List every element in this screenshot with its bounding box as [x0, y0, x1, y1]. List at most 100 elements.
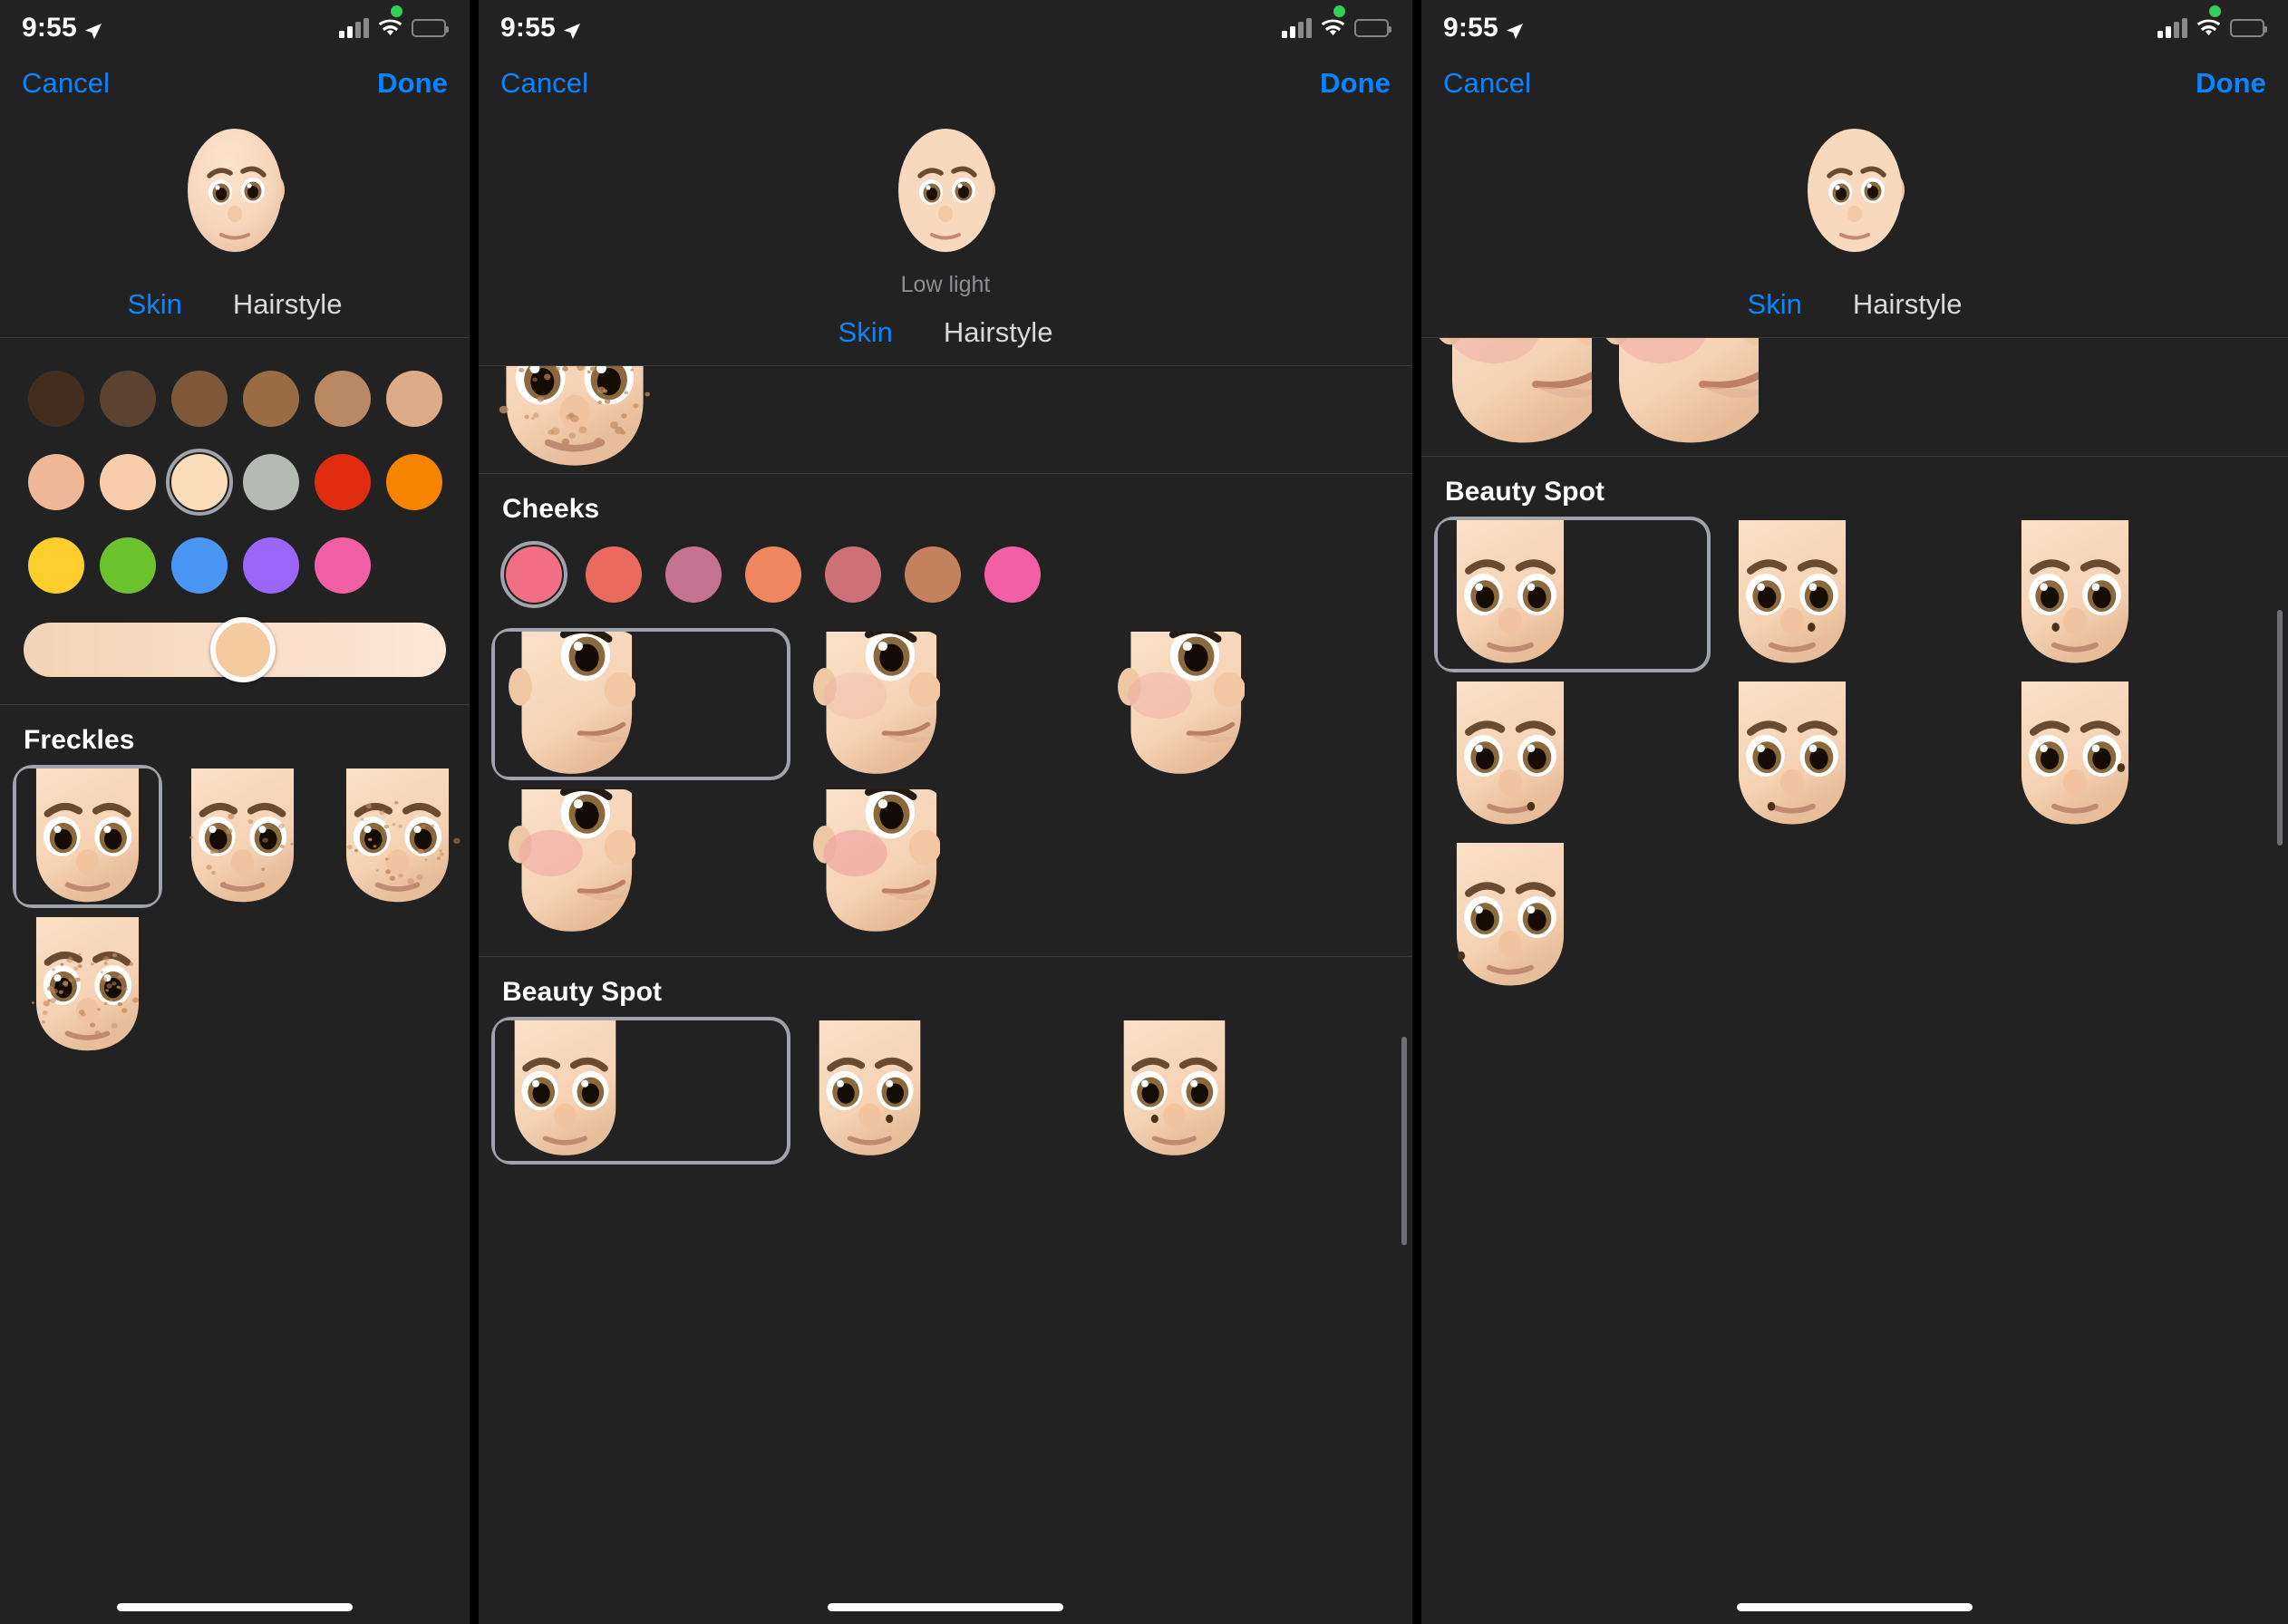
cheek-color-swatch[interactable]	[660, 541, 727, 608]
location-arrow-icon	[562, 18, 582, 38]
freckles-option[interactable]	[16, 917, 159, 1053]
battery-icon	[1354, 19, 1389, 37]
beauty-spot-option[interactable]	[2002, 520, 2272, 669]
beauty-spot-option[interactable]	[1438, 843, 1707, 991]
cheek-color-swatch[interactable]	[899, 541, 966, 608]
beauty-spot-option[interactable]	[1720, 682, 1989, 830]
location-arrow-icon	[83, 18, 103, 38]
cheek-partial-row[interactable]	[1421, 338, 2288, 456]
beauty-spot-option[interactable]	[800, 1020, 1091, 1161]
skin-color-swatch[interactable]	[381, 449, 448, 516]
swatch-fill	[386, 371, 442, 427]
skin-color-swatch[interactable]	[94, 449, 161, 516]
face-thumb-cheek-1[interactable]	[1438, 338, 1592, 456]
cheek-color-swatch[interactable]	[500, 541, 567, 608]
screen-1: 9:55 Cancel Done Skin Hairstyle Freckles	[0, 0, 470, 1624]
swatch-fill	[315, 454, 371, 510]
swatch-fill	[100, 537, 156, 594]
tab-hairstyle[interactable]: Hairstyle	[1853, 288, 1963, 321]
skin-tone-slider-wrap	[0, 599, 470, 704]
status-bar: 9:55	[1421, 0, 2288, 56]
memoji-avatar-preview	[864, 107, 1027, 270]
skin-color-swatch[interactable]	[166, 365, 233, 432]
vertical-scrollbar[interactable]	[2277, 610, 2283, 846]
skin-color-swatch[interactable]	[23, 449, 90, 516]
beauty-spot-option[interactable]	[1104, 1020, 1396, 1161]
vertical-scrollbar[interactable]	[1401, 1037, 1407, 1245]
skin-color-grid[interactable]	[0, 338, 470, 599]
skin-color-swatch[interactable]	[238, 449, 305, 516]
green-dot-indicator	[2209, 5, 2221, 17]
nav-bar: Cancel Done	[479, 56, 1412, 103]
cheek-option-grid[interactable]	[479, 608, 1412, 949]
cheek-option[interactable]	[800, 789, 1091, 934]
skin-color-swatch[interactable]	[238, 365, 305, 432]
freckles-option-grid[interactable]	[0, 768, 470, 1068]
screen-gap	[470, 0, 479, 1624]
swatch-fill	[386, 454, 442, 510]
face-thumb-cheek-2[interactable]	[1605, 338, 1759, 456]
cheek-option[interactable]	[495, 632, 787, 777]
wifi-icon	[1321, 19, 1345, 38]
cheek-color-swatch[interactable]	[819, 541, 887, 608]
screen-gap	[1412, 0, 1421, 1624]
done-button[interactable]: Done	[377, 67, 448, 100]
status-bar: 9:55	[479, 0, 1412, 56]
face-thumb-freckles-heavy[interactable]	[499, 366, 651, 473]
beauty-spot-option-grid[interactable]	[1421, 520, 2288, 1006]
scroll-body[interactable]: Beauty Spot	[1421, 338, 2288, 1013]
freckles-partial-row[interactable]	[479, 366, 1412, 473]
skin-color-swatch[interactable]	[23, 532, 90, 599]
skin-color-swatch[interactable]	[23, 365, 90, 432]
beauty-spot-option[interactable]	[495, 1020, 787, 1161]
scroll-body[interactable]: Cheeks Beauty Spot	[479, 366, 1412, 1183]
skin-color-swatch[interactable]	[94, 365, 161, 432]
freckles-option[interactable]	[326, 768, 469, 904]
tab-skin[interactable]: Skin	[839, 316, 893, 349]
skin-color-swatch[interactable]	[381, 365, 448, 432]
skin-color-swatch[interactable]	[309, 532, 376, 599]
section-title-beauty-spot: Beauty Spot	[1421, 457, 2288, 520]
cancel-button[interactable]: Cancel	[22, 67, 110, 100]
freckles-option[interactable]	[16, 768, 159, 904]
skin-color-swatch[interactable]	[309, 449, 376, 516]
beauty-spot-option[interactable]	[1438, 520, 1707, 669]
beauty-spot-option[interactable]	[1438, 682, 1707, 830]
cheek-option[interactable]	[495, 789, 787, 934]
slider-knob[interactable]	[210, 617, 276, 682]
skin-color-swatch[interactable]	[94, 532, 161, 599]
freckles-option[interactable]	[171, 768, 314, 904]
low-light-caption: Low light	[901, 272, 991, 298]
cancel-button[interactable]: Cancel	[1443, 67, 1531, 100]
tab-skin[interactable]: Skin	[1748, 288, 1802, 321]
screen-3: 9:55 Cancel Done Skin Hairstyle Beauty S…	[1421, 0, 2288, 1624]
swatch-fill	[586, 546, 642, 603]
cheek-color-swatch[interactable]	[740, 541, 807, 608]
cheek-color-swatch[interactable]	[979, 541, 1046, 608]
status-time-label: 9:55	[22, 13, 77, 44]
skin-color-swatch[interactable]	[166, 449, 233, 516]
skin-color-swatch[interactable]	[309, 365, 376, 432]
beauty-spot-option[interactable]	[1720, 520, 1989, 669]
cheek-color-swatch[interactable]	[580, 541, 647, 608]
skin-color-swatch[interactable]	[238, 532, 305, 599]
tab-hairstyle[interactable]: Hairstyle	[233, 288, 343, 321]
avatar-preview	[1421, 103, 2288, 270]
beauty-spot-option[interactable]	[2002, 682, 2272, 830]
skin-tone-slider[interactable]	[24, 623, 446, 677]
beauty-spot-option-grid[interactable]	[479, 1020, 1412, 1175]
nav-bar: Cancel Done	[1421, 56, 2288, 103]
section-title-beauty-spot: Beauty Spot	[479, 957, 1412, 1020]
done-button[interactable]: Done	[2196, 67, 2266, 100]
cheek-option[interactable]	[800, 632, 1091, 777]
green-dot-indicator	[1333, 5, 1345, 17]
tab-skin[interactable]: Skin	[128, 288, 182, 321]
scroll-body[interactable]: Freckles	[0, 338, 470, 1075]
skin-color-swatch[interactable]	[166, 532, 233, 599]
done-button[interactable]: Done	[1320, 67, 1391, 100]
cheek-color-row[interactable]	[479, 537, 1412, 608]
tab-hairstyle[interactable]: Hairstyle	[944, 316, 1053, 349]
home-indicator	[828, 1603, 1063, 1611]
cheek-option[interactable]	[1104, 632, 1396, 777]
cancel-button[interactable]: Cancel	[500, 67, 588, 100]
